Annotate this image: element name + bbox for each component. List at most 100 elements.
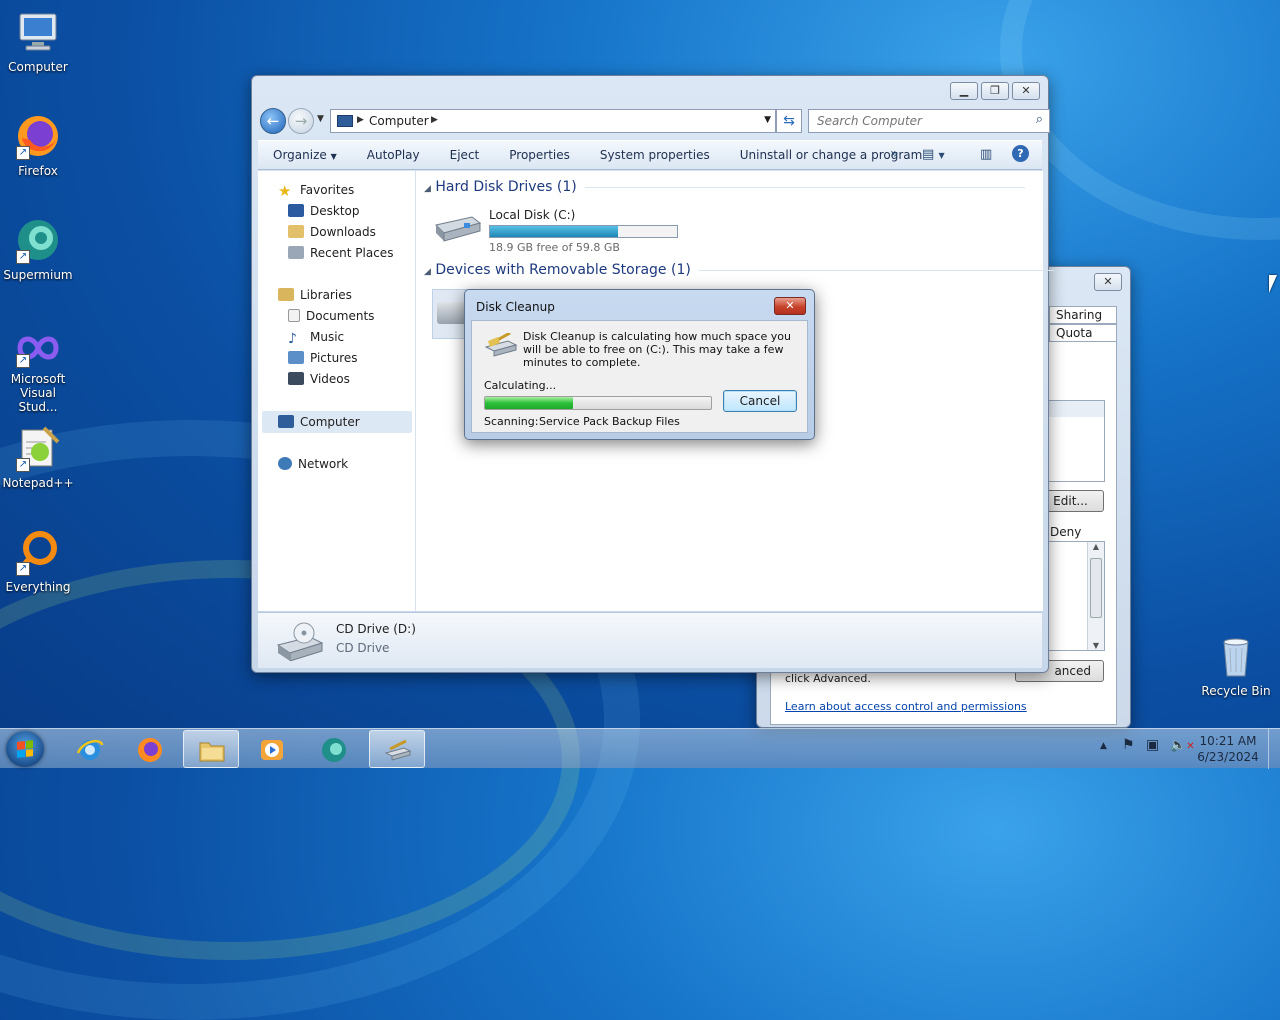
dialog-close-button[interactable]: ✕ [774, 297, 806, 315]
search-input[interactable] [815, 111, 1025, 131]
breadcrumb-computer[interactable]: Computer [369, 114, 429, 128]
nav-libraries[interactable]: Libraries [278, 285, 352, 305]
desktop-icon-everything[interactable]: ↗ Everything [0, 528, 76, 594]
group-header-hard-disk-drives[interactable]: ◢ Hard Disk Drives (1) [424, 179, 1025, 201]
eject-button[interactable]: Eject [435, 148, 495, 162]
star-icon: ★ [278, 182, 292, 200]
address-bar[interactable]: ▶ Computer ▶ ▼ [330, 109, 776, 133]
close-button[interactable]: ✕ [1012, 82, 1040, 100]
nav-videos[interactable]: Videos [288, 369, 350, 389]
videos-icon [288, 372, 304, 385]
pictures-icon [288, 351, 304, 364]
preview-pane-button[interactable]: ▥ [980, 147, 992, 162]
desktop-icon-firefox[interactable]: ↗ Firefox [0, 112, 76, 178]
autoplay-button[interactable]: AutoPlay [352, 148, 435, 162]
supermium-icon: ↗ [14, 216, 62, 264]
cd-drive-icon [437, 302, 467, 324]
permissions-scrollbar[interactable]: ▲ ▼ [1087, 542, 1104, 650]
nav-recent-places[interactable]: Recent Places [288, 243, 393, 263]
nav-downloads[interactable]: Downloads [288, 222, 376, 242]
refresh-icon: ⇆ [783, 113, 795, 129]
desktop-icon-supermium[interactable]: ↗ Supermium [0, 216, 76, 282]
uninstall-program-button[interactable]: Uninstall or change a program [725, 148, 938, 162]
chevron-down-icon: ▼ [317, 114, 324, 124]
computer-icon [337, 115, 353, 127]
breadcrumb-arrow-icon[interactable]: ▶ [357, 115, 364, 125]
maximize-button[interactable]: ❐ [981, 82, 1009, 100]
scroll-up-arrow-icon[interactable]: ▲ [1088, 542, 1104, 551]
action-center-flag-icon[interactable]: ⚑ [1122, 737, 1135, 753]
drive-item-local-disk-c[interactable]: Local Disk (C:) 18.9 GB free of 59.8 GB [428, 205, 688, 255]
help-icon: ? [1012, 145, 1029, 162]
chevron-down-icon: ▼ [764, 115, 771, 125]
progress-fill [485, 397, 574, 409]
taskbar-file-explorer[interactable] [183, 730, 239, 768]
more-commands-button[interactable]: » [890, 146, 899, 162]
access-control-help-link[interactable]: Learn about access control and permissio… [785, 700, 1027, 713]
show-desktop-button[interactable] [1268, 729, 1280, 769]
organize-menu[interactable]: Organize ▼ [258, 148, 352, 162]
help-button[interactable]: ? [1012, 145, 1029, 162]
group-header-removable-storage[interactable]: ◢ Devices with Removable Storage (1) [424, 262, 1054, 284]
calculating-status: Calculating... [484, 379, 557, 392]
desktop-icon-visual-studio[interactable]: ↗ Microsoft Visual Stud... [0, 328, 76, 414]
nav-music[interactable]: ♪ Music [288, 327, 344, 347]
scanning-item: Service Pack Backup Files [539, 415, 680, 428]
minimize-button[interactable]: ▁ [950, 82, 978, 100]
chevron-up-icon: ▲ [1100, 741, 1107, 751]
command-bar: Organize ▼ AutoPlay Eject Properties Sys… [258, 140, 1042, 170]
taskbar-clock[interactable]: 10:21 AM 6/23/2024 [1196, 733, 1260, 765]
properties-button[interactable]: Properties [494, 148, 585, 162]
taskbar-firefox[interactable] [122, 730, 178, 768]
forward-button[interactable]: → [288, 108, 314, 134]
drive-name: Local Disk (C:) [489, 208, 576, 222]
restore-icon: ❐ [990, 84, 1000, 97]
cancel-button[interactable]: Cancel [723, 390, 797, 412]
details-pane: CD Drive (D:) CD Drive [258, 612, 1042, 668]
scrollbar-thumb[interactable] [1090, 558, 1102, 618]
dialog-message: Disk Cleanup is calculating how much spa… [523, 330, 791, 369]
taskbar-media-player[interactable] [244, 730, 300, 768]
firefox-icon: ↗ [14, 112, 62, 160]
back-button[interactable]: ← [260, 108, 286, 134]
desktop-icon-label: Firefox [18, 164, 58, 178]
address-history-dropdown[interactable]: ▼ [764, 115, 771, 125]
system-properties-button[interactable]: System properties [585, 148, 725, 162]
volume-muted-icon[interactable]: 🔈✕ [1170, 738, 1195, 753]
everything-search-icon: ↗ [14, 528, 62, 576]
nav-network[interactable]: Network [278, 454, 348, 474]
desktop-icon-recycle-bin[interactable]: Recycle Bin [1198, 632, 1274, 698]
nav-documents[interactable]: Documents [288, 306, 374, 326]
preview-pane-icon: ▥ [980, 147, 993, 162]
nav-pictures[interactable]: Pictures [288, 348, 358, 368]
taskbar-internet-explorer[interactable] [62, 730, 118, 768]
start-button[interactable] [6, 731, 44, 767]
breadcrumb-arrow-icon[interactable]: ▶ [431, 115, 438, 125]
minimize-icon: ▁ [959, 84, 969, 97]
taskbar-disk-cleanup[interactable] [369, 730, 425, 768]
desktop-icon-computer[interactable]: Computer [0, 8, 76, 74]
scroll-down-arrow-icon[interactable]: ▼ [1088, 641, 1104, 650]
shortcut-arrow-icon: ↗ [16, 458, 30, 472]
close-icon: ✕ [785, 299, 795, 312]
tab-quota[interactable]: Quota [1049, 324, 1117, 342]
desktop-icon-label: Supermium [3, 268, 73, 282]
computer-icon [14, 8, 62, 56]
recent-places-icon [288, 246, 304, 259]
downloads-folder-icon [288, 225, 304, 238]
nav-desktop[interactable]: Desktop [288, 201, 360, 221]
disk-cleanup-dialog: Disk Cleanup ✕ Disk Cleanup is calculati… [464, 289, 815, 440]
network-status-icon[interactable]: ▣ [1146, 737, 1159, 753]
show-hidden-icons-button[interactable]: ▲ [1100, 741, 1107, 751]
search-icon[interactable]: ⌕ [1036, 112, 1043, 127]
nav-computer[interactable]: Computer [278, 412, 360, 432]
props-close-button[interactable]: ✕ [1094, 273, 1122, 291]
taskbar-supermium[interactable] [306, 730, 362, 768]
refresh-button[interactable]: ⇆ [776, 109, 802, 133]
tab-sharing[interactable]: Sharing [1049, 306, 1117, 324]
change-view-button[interactable]: ▤ ▼ [922, 147, 945, 162]
nav-favorites[interactable]: ★ Favorites [278, 180, 354, 200]
windows-logo-icon [17, 740, 33, 758]
recent-pages-dropdown[interactable]: ▼ [317, 114, 324, 124]
desktop-icon-notepadpp[interactable]: ↗ Notepad++ [0, 424, 76, 490]
